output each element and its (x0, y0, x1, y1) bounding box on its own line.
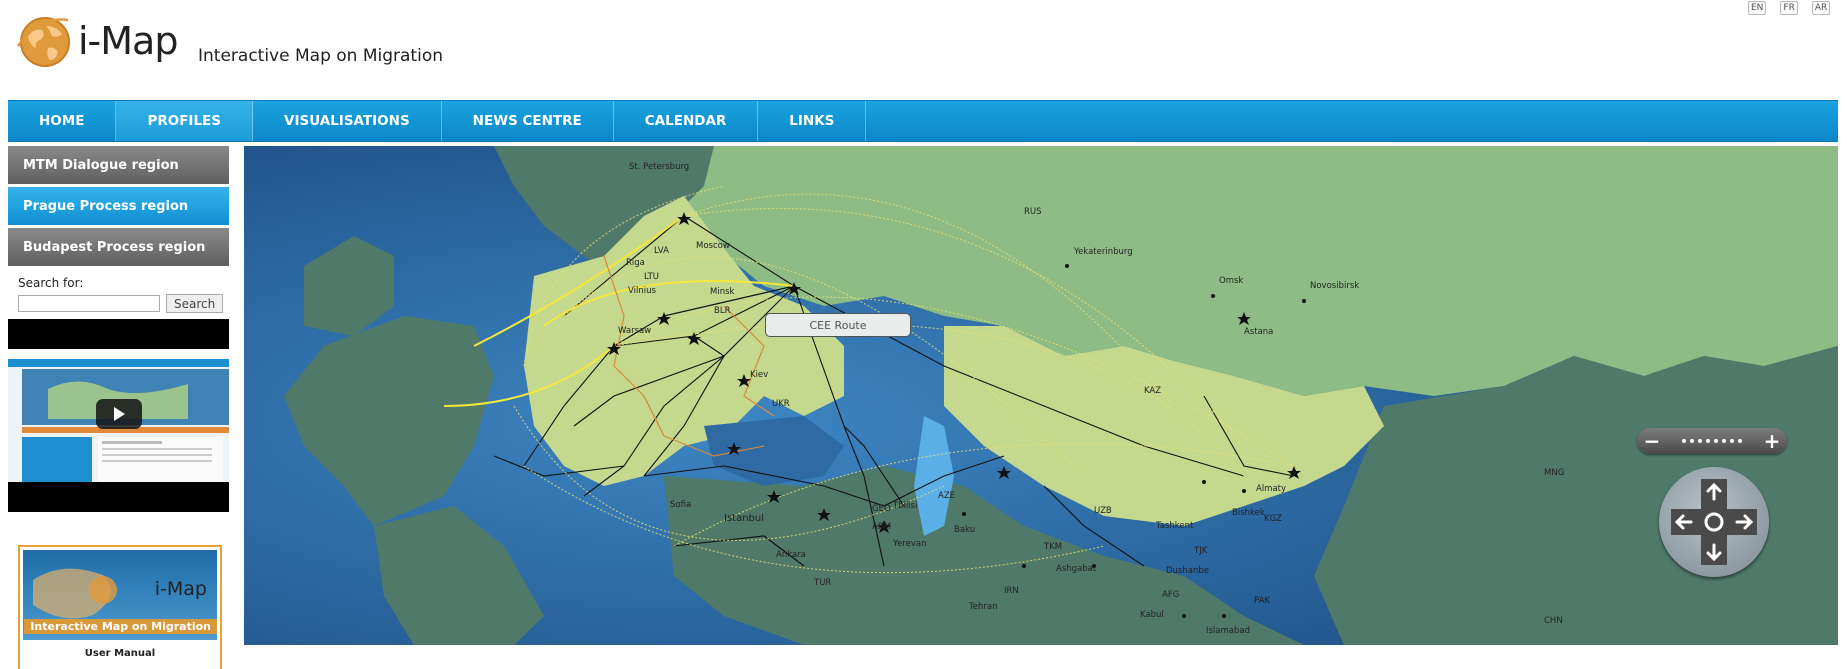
city-label-tehran: Tehran (969, 602, 998, 612)
country-code-blr: BLR (714, 306, 731, 316)
city-label-novosibirsk: Novosibirsk (1310, 281, 1360, 291)
country-code-tjk: TJK (1194, 546, 1208, 556)
nav-visualisations[interactable]: VISUALISATIONS (253, 101, 442, 141)
zoom-control: − + (1637, 428, 1787, 454)
video-thumbnail (8, 349, 229, 482)
city-label-sofia: Sofia (670, 500, 692, 510)
city-label-kiev: Kiev (750, 370, 769, 380)
manual-label: User Manual (84, 648, 156, 659)
pan-control[interactable] (1659, 467, 1769, 577)
country-code-ltu: LTU (644, 272, 659, 282)
zoom-slider[interactable] (1667, 439, 1757, 443)
main-navigation: HOME PROFILES VISUALISATIONS NEWS CENTRE… (8, 100, 1838, 142)
zoom-out-button[interactable]: − (1637, 429, 1667, 453)
city-label-warsaw: Warsaw (618, 326, 652, 336)
country-code-lva: LVA (654, 246, 669, 256)
country-code-mng: MNG (1544, 468, 1565, 478)
nav-calendar[interactable]: CALENDAR (614, 101, 759, 141)
logo-text: i-Map (78, 19, 178, 63)
region-budapest-process[interactable]: Budapest Process region (8, 228, 229, 266)
video-player[interactable] (8, 319, 229, 512)
city-label-astana: Astana (1244, 327, 1274, 337)
nav-news-centre[interactable]: NEWS CENTRE (442, 101, 614, 141)
city-label-moscow: Moscow (696, 241, 730, 251)
country-code-kaz: KAZ (1144, 386, 1162, 396)
search-form: Search (18, 294, 229, 313)
user-manual-banner[interactable]: i-Map Interactive Map on Migration User … (18, 545, 222, 669)
language-switcher: EN FR AR (1748, 1, 1831, 15)
play-icon[interactable] (96, 399, 142, 429)
city-label-almaty: Almaty (1256, 484, 1287, 494)
city-label-baku: Baku (954, 525, 976, 535)
city-label-kabul: Kabul (1140, 610, 1164, 620)
country-code-uzb: UZB (1094, 506, 1112, 516)
city-label-st-petersburg: St. Petersburg (629, 162, 690, 172)
search-input[interactable] (18, 295, 160, 312)
map-canvas (244, 146, 1838, 645)
city-label-tashkent: Tashkent (1156, 521, 1194, 531)
zoom-in-button[interactable]: + (1757, 429, 1787, 453)
country-code-tkm: TKM (1044, 542, 1063, 552)
city-label-yerevan: Yerevan (893, 539, 927, 549)
site-logo[interactable]: i-Map (16, 12, 178, 70)
lang-ar[interactable]: AR (1811, 1, 1831, 15)
city-label-islamabad: Islamabad (1206, 626, 1250, 636)
manual-logo-text: i-Map (154, 578, 207, 600)
country-code-ukr: UKR (772, 399, 790, 409)
user-manual-cover: i-Map Interactive Map on Migration (23, 550, 217, 640)
country-code-tur: TUR (814, 578, 832, 588)
country-code-chn: CHN (1544, 616, 1563, 626)
country-code-afg: AFG (1162, 590, 1180, 600)
site-tagline: Interactive Map on Migration (198, 46, 443, 66)
country-code-arm: ARM (872, 522, 892, 532)
city-label-minsk: Minsk (710, 287, 735, 297)
country-code-geo: GEO (872, 504, 891, 514)
city-label-tbilisi: Tbilisi (893, 501, 918, 511)
city-label-bishkek: Bishkek (1232, 508, 1265, 518)
country-code-aze: AZE (938, 491, 956, 501)
search-button[interactable]: Search (166, 294, 224, 313)
lang-fr[interactable]: FR (1780, 1, 1798, 15)
city-label-istanbul: Istanbul (724, 513, 765, 524)
city-label-vilnius: Vilnius (628, 286, 656, 296)
migration-map[interactable]: St. Petersburg Moscow Yekaterinburg Omsk… (244, 146, 1838, 645)
sidebar: MTM Dialogue region Prague Process regio… (8, 146, 229, 512)
country-code-pak: PAK (1254, 596, 1270, 606)
region-mtm-dialogue[interactable]: MTM Dialogue region (8, 146, 229, 184)
city-label-ankara: Ankara (776, 550, 806, 560)
nav-profiles[interactable]: PROFILES (116, 101, 253, 141)
cee-route-label[interactable]: CEE Route (765, 313, 911, 337)
country-code-irn: IRN (1004, 586, 1019, 596)
country-code-kgz: KGZ (1264, 514, 1282, 524)
city-label-riga: Riga (626, 258, 645, 268)
city-label-omsk: Omsk (1219, 276, 1244, 286)
manual-subtitle: Interactive Map on Migration (24, 619, 217, 634)
pan-arrows-icon (1671, 479, 1757, 565)
nav-home[interactable]: HOME (8, 101, 117, 141)
country-code-rus: RUS (1024, 207, 1042, 217)
nav-links[interactable]: LINKS (758, 101, 867, 141)
globe-logo-icon (16, 17, 70, 67)
city-label-dushanbe: Dushanbe (1166, 566, 1209, 576)
city-label-yekaterinburg: Yekaterinburg (1074, 247, 1133, 257)
city-label-ashgabat: Ashgabat (1056, 564, 1097, 574)
region-prague-process[interactable]: Prague Process region (8, 187, 229, 225)
search-label: Search for: (18, 276, 84, 290)
lang-en[interactable]: EN (1748, 1, 1767, 15)
